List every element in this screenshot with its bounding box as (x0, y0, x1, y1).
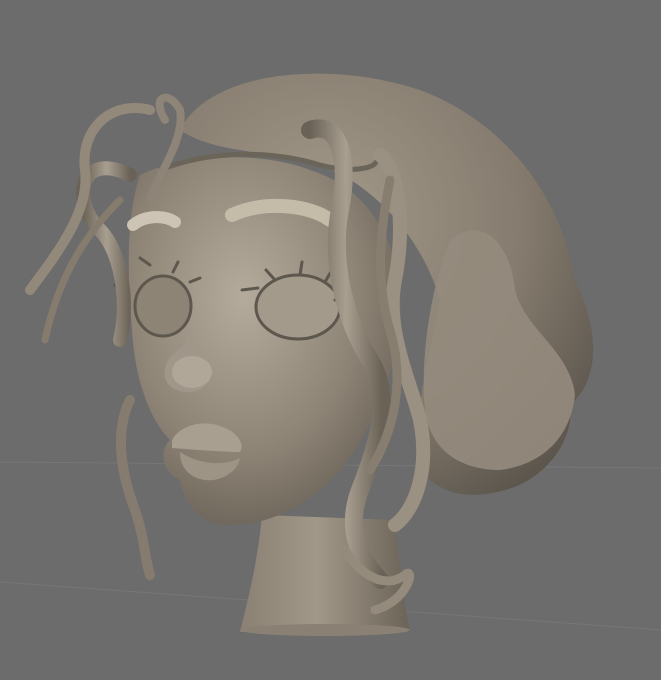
left-eye (133, 274, 193, 338)
viewport-canvas[interactable] (0, 0, 661, 680)
neck-base (240, 624, 410, 636)
3d-viewport[interactable] (0, 0, 661, 680)
right-eye (254, 273, 342, 341)
nose-tip (172, 356, 212, 388)
